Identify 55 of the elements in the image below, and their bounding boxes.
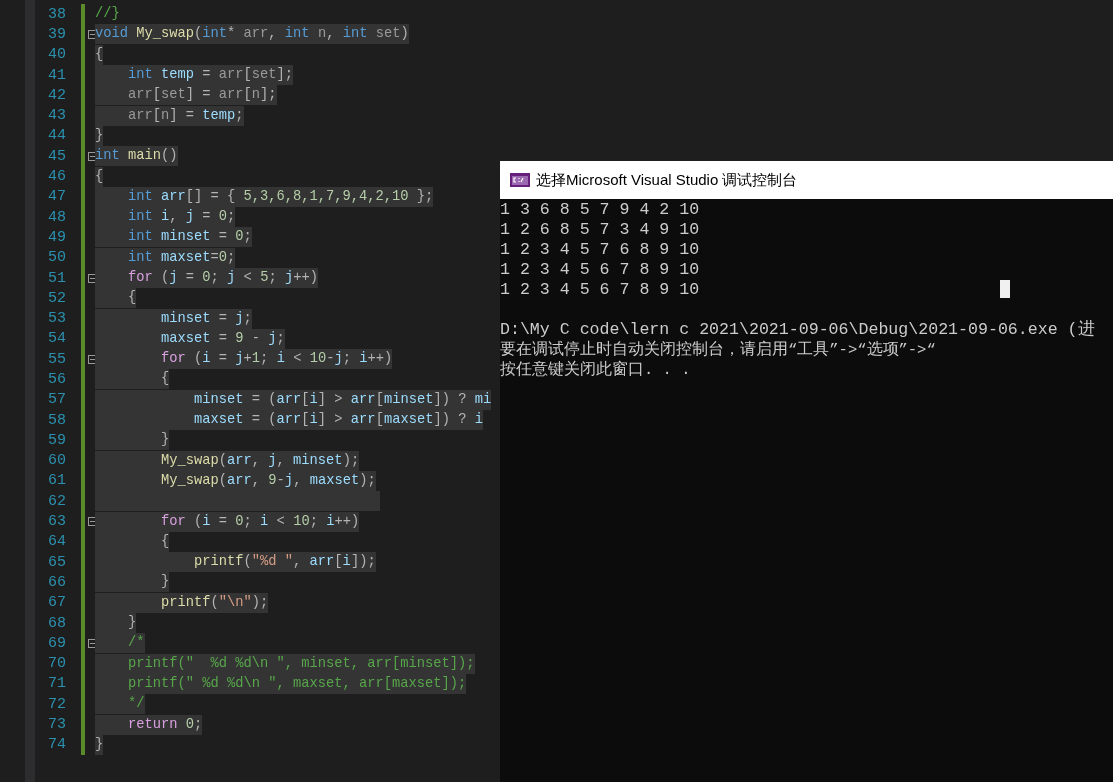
- line-number: 55: [47, 350, 66, 368]
- console-line: 要在调试停止时自动关闭控制台，请启用“工具”->“选项”->“: [500, 340, 936, 360]
- line-number: 71: [47, 675, 66, 693]
- console-line: 1 2 3 4 5 7 6 8 9 10: [500, 240, 700, 260]
- line-number: 57: [47, 391, 66, 409]
- collapse-icon[interactable]: [87, 273, 97, 283]
- line-number: 70: [47, 655, 66, 673]
- line-number: 47: [47, 188, 66, 206]
- line-number: 58: [47, 411, 66, 429]
- line-number: 68: [47, 614, 66, 632]
- line-number: 40: [47, 46, 66, 64]
- line-number: 46: [47, 168, 66, 185]
- line-number: 62: [47, 492, 66, 510]
- line-number: 72: [47, 695, 66, 713]
- collapse-icon[interactable]: [87, 151, 97, 161]
- line-number: 66: [47, 573, 66, 591]
- console-line: D:\My C code\lern c 2021\2021-09-06\Debug\2021-09-06.exe (进: [500, 320, 1095, 340]
- collapse-icon[interactable]: [87, 638, 97, 648]
- code-line: //}: [95, 5, 120, 24]
- collapse-icon[interactable]: [87, 29, 97, 39]
- line-number: 50: [47, 249, 66, 267]
- collapse-icon[interactable]: [87, 517, 97, 527]
- line-number: 44: [47, 127, 66, 145]
- console-line: 1 2 3 4 5 6 7 8 9 10: [500, 260, 700, 280]
- line-number: 61: [47, 472, 66, 490]
- line-number: 52: [47, 289, 66, 307]
- line-number: 45: [47, 147, 66, 165]
- console-line: 1 3 6 8 5 7 9 4 2 10: [500, 200, 700, 220]
- line-number: 67: [47, 594, 66, 612]
- line-number: 41: [47, 66, 66, 84]
- line-number: 56: [47, 371, 66, 388]
- console-line: 1 2 6 8 5 7 3 4 9 10: [500, 220, 700, 240]
- line-number: 38: [47, 5, 66, 23]
- line-number: 69: [47, 634, 66, 652]
- line-number: 54: [47, 330, 66, 348]
- line-number: 49: [47, 228, 66, 246]
- line-number: 64: [47, 533, 66, 551]
- line-number: 74: [47, 736, 66, 754]
- line-number: 51: [47, 269, 66, 287]
- line-number: 59: [47, 431, 66, 449]
- line-number: 39: [47, 25, 66, 43]
- console-line: 按任意键关闭此窗口. . .: [500, 360, 691, 380]
- collapse-icon[interactable]: [87, 354, 97, 364]
- text-cursor: [1000, 280, 1010, 298]
- line-number: 63: [47, 513, 66, 531]
- line-number: 65: [47, 553, 66, 571]
- line-number: 60: [47, 452, 66, 470]
- line-number: 43: [47, 107, 66, 125]
- console-line: 1 2 3 4 5 6 7 8 9 10: [500, 280, 700, 300]
- line-number: 73: [47, 716, 66, 734]
- console-app-icon: [510, 173, 530, 187]
- line-number: 53: [47, 310, 66, 328]
- line-number: 48: [47, 208, 66, 226]
- window-title: 选择Microsoft Visual Studio 调试控制台: [536, 170, 798, 190]
- line-number: 42: [47, 86, 66, 104]
